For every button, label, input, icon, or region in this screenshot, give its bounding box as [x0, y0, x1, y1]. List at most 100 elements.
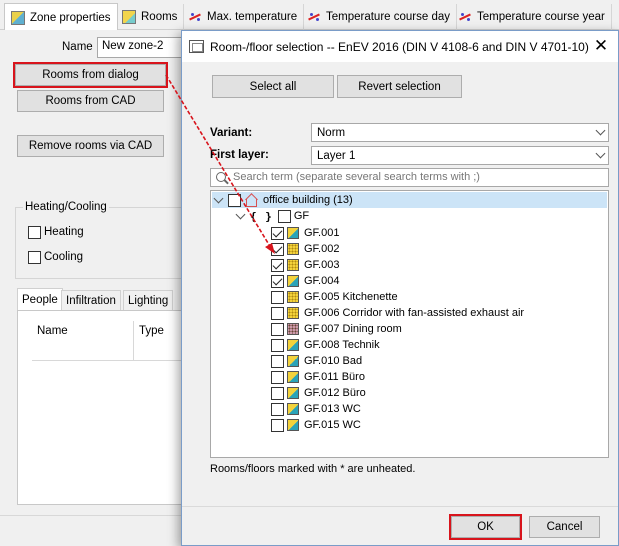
- tree-room[interactable]: GF.013 WC: [271, 401, 361, 417]
- room-type-icon: [287, 371, 299, 383]
- floor-icon: { }: [250, 209, 273, 223]
- room-type-icon: [287, 403, 299, 415]
- tree-room[interactable]: GF.015 WC: [271, 417, 361, 433]
- tab-max-temperature[interactable]: Max. temperature: [182, 4, 305, 30]
- name-label: Name: [62, 41, 93, 53]
- ok-button[interactable]: OK: [449, 514, 522, 540]
- tree-checkbox[interactable]: [271, 274, 284, 288]
- tab-zone-properties[interactable]: Zone properties: [4, 3, 118, 31]
- temperature-chart-icon: [188, 10, 202, 24]
- heating-label: Heating: [44, 226, 84, 238]
- people-grid: Name Type: [17, 310, 192, 505]
- tree-room[interactable]: GF.012 Büro: [271, 385, 366, 401]
- room-type-icon: [287, 355, 299, 367]
- tree-checkbox[interactable]: [271, 258, 284, 272]
- tree-floor-gf[interactable]: { } GF: [234, 208, 309, 224]
- tree-checkbox[interactable]: [271, 290, 284, 304]
- top-tab-bar: Zone properties Rooms Max. temperature T…: [0, 0, 619, 31]
- window-icon: [189, 40, 204, 53]
- tree-label: GF.001: [304, 227, 340, 239]
- revert-selection-button[interactable]: Revert selection: [337, 75, 462, 98]
- room-type-icon: [287, 307, 299, 319]
- tree-room[interactable]: GF.003: [271, 257, 339, 273]
- tree-label: GF.013 WC: [304, 403, 361, 415]
- tree-room[interactable]: GF.008 Technik: [271, 337, 380, 353]
- tree-label: GF.007 Dining room: [304, 323, 402, 335]
- tree-label: GF.003: [304, 259, 340, 271]
- tree-checkbox[interactable]: [271, 306, 284, 320]
- chevron-down-icon: [595, 148, 606, 159]
- room-type-icon: [287, 419, 299, 431]
- search-icon: [216, 172, 226, 182]
- temperature-chart-icon: [307, 10, 321, 24]
- dialog-titlebar[interactable]: Room-/floor selection -- EnEV 2016 (DIN …: [182, 31, 618, 62]
- tree-label: GF.011 Büro: [304, 371, 365, 383]
- cooling-checkbox[interactable]: [28, 251, 41, 264]
- heating-checkbox[interactable]: [28, 226, 41, 239]
- tree-room[interactable]: GF.004: [271, 273, 339, 289]
- subtab-people[interactable]: People: [17, 288, 63, 311]
- zone-name-input[interactable]: New zone-2: [97, 37, 187, 58]
- rooms-from-cad-button[interactable]: Rooms from CAD: [17, 90, 164, 112]
- tree-room[interactable]: GF.011 Büro: [271, 369, 365, 385]
- remove-rooms-via-cad-button[interactable]: Remove rooms via CAD: [17, 135, 164, 157]
- room-type-icon: [287, 323, 299, 335]
- tree-checkbox[interactable]: [271, 226, 284, 240]
- first-layer-select[interactable]: Layer 1: [311, 146, 609, 165]
- cooling-label: Cooling: [44, 251, 83, 263]
- tree-label: GF.008 Technik: [304, 339, 380, 351]
- room-floor-selection-dialog: Room-/floor selection -- EnEV 2016 (DIN …: [181, 30, 619, 546]
- subtab-lighting[interactable]: Lighting: [123, 290, 174, 310]
- grid-header: Name Type: [32, 321, 192, 361]
- chevron-down-icon[interactable]: [213, 193, 224, 204]
- tree-checkbox[interactable]: [271, 418, 284, 432]
- room-type-icon: [287, 339, 299, 351]
- variant-value: Norm: [317, 127, 346, 139]
- tree-root-building[interactable]: office building (13): [212, 192, 607, 208]
- tree-checkbox[interactable]: [228, 193, 241, 207]
- tree-checkbox[interactable]: [277, 209, 291, 223]
- bottom-strip: [0, 515, 200, 546]
- tab-rooms[interactable]: Rooms: [116, 4, 185, 30]
- column-name[interactable]: Name: [32, 321, 134, 361]
- room-type-icon: [287, 387, 299, 399]
- heating-cooling-group: [15, 207, 187, 279]
- rooms-from-dialog-button[interactable]: Rooms from dialog: [13, 62, 168, 88]
- chevron-down-icon: [595, 125, 606, 136]
- tree-label: GF.015 WC: [304, 419, 361, 431]
- room-type-icon: [287, 243, 299, 255]
- chevron-down-icon[interactable]: [235, 209, 246, 220]
- tab-temperature-course-year[interactable]: Temperature course year: [452, 4, 612, 30]
- room-type-icon: [287, 275, 299, 287]
- search-input[interactable]: Search term (separate several search ter…: [210, 168, 609, 187]
- tab-temperature-course-day[interactable]: Temperature course day: [301, 4, 458, 30]
- tree-room[interactable]: GF.007 Dining room: [271, 321, 402, 337]
- tree-room[interactable]: GF.005 Kitchenette: [271, 289, 398, 305]
- close-icon[interactable]: ✕: [589, 35, 613, 57]
- tab-label: Zone properties: [30, 11, 111, 24]
- tree-checkbox[interactable]: [271, 242, 284, 256]
- first-layer-label: First layer:: [210, 149, 269, 161]
- tree-room[interactable]: GF.006 Corridor with fan-assisted exhaus…: [271, 305, 524, 321]
- cancel-button[interactable]: Cancel: [529, 516, 600, 538]
- zone-icon: [11, 10, 25, 25]
- tree-checkbox[interactable]: [271, 322, 284, 336]
- tree-label: GF: [293, 210, 310, 222]
- tree-checkbox[interactable]: [271, 354, 284, 368]
- variant-select[interactable]: Norm: [311, 123, 609, 142]
- tree-checkbox[interactable]: [271, 370, 284, 384]
- tree-room[interactable]: GF.010 Bad: [271, 353, 362, 369]
- tree-label: GF.006 Corridor with fan-assisted exhaus…: [304, 307, 525, 319]
- tree-label: GF.002: [304, 243, 340, 255]
- tree-room[interactable]: GF.001: [271, 225, 339, 241]
- tree-checkbox[interactable]: [271, 402, 284, 416]
- tree-checkbox[interactable]: [271, 338, 284, 352]
- unheated-note: Rooms/floors marked with * are unheated.: [210, 463, 416, 475]
- select-all-button[interactable]: Select all: [212, 75, 334, 98]
- tree-checkbox[interactable]: [271, 386, 284, 400]
- tree-label: GF.012 Büro: [304, 387, 366, 399]
- search-placeholder: Search term (separate several search ter…: [233, 171, 480, 183]
- subtab-infiltration[interactable]: Infiltration: [61, 290, 121, 310]
- tree-room[interactable]: GF.002: [271, 241, 339, 257]
- tab-label: Temperature course year: [477, 11, 605, 23]
